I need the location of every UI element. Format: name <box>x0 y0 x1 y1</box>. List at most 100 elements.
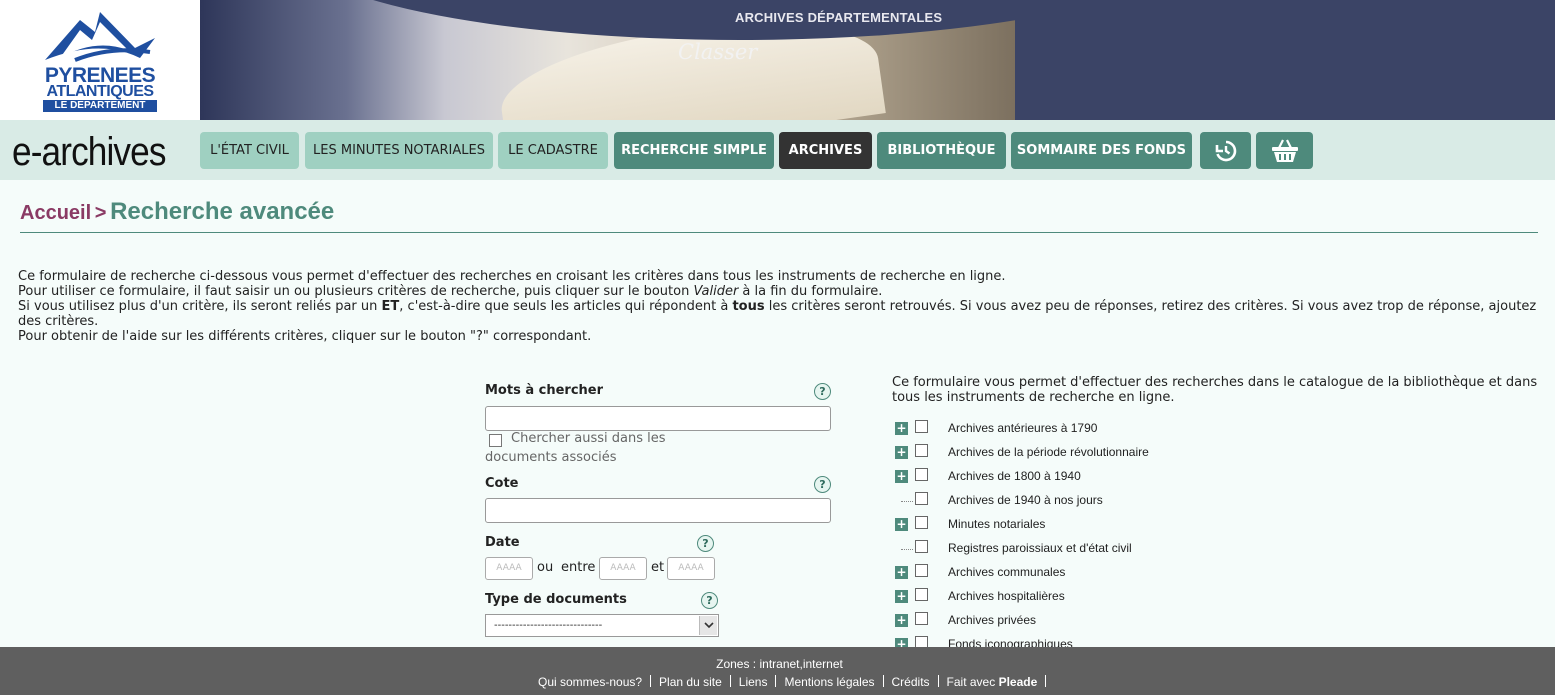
date-or-label: ou <box>537 560 554 575</box>
tree-item-checkbox[interactable] <box>915 420 928 433</box>
breadcrumb-separator: > <box>94 202 107 224</box>
intro-line-2-text: Pour utiliser ce formulaire, il faut sai… <box>18 284 694 299</box>
intro-line-3-mid: , c'est-à-dire que seuls les articles qu… <box>399 299 733 314</box>
tree-item-checkbox[interactable] <box>915 540 928 553</box>
footer-link-pleade[interactable]: Fait avec Pleade <box>947 675 1038 689</box>
doctype-select[interactable]: ------------------------------ <box>485 614 719 637</box>
intro-line-1: Ce formulaire de recherche ci-dessous vo… <box>18 269 1006 284</box>
tree-expand-icon[interactable]: + <box>895 638 908 647</box>
footer-link-sitemap[interactable]: Plan du site <box>659 675 722 689</box>
tree-expand-icon[interactable]: + <box>895 590 908 603</box>
tree-item-label: Registres paroissiaux et d'état civil <box>948 541 1132 555</box>
site-brand[interactable]: e-archives <box>12 130 166 174</box>
keywords-input[interactable] <box>485 406 831 431</box>
tree-item[interactable]: + Minutes notariales <box>893 516 1493 540</box>
nav-minutes-notariales[interactable]: LES MINUTES NOTARIALES <box>305 132 493 169</box>
tree-item[interactable]: + Archives hospitalières <box>893 588 1493 612</box>
intro-text: Ce formulaire de recherche ci-dessous vo… <box>18 269 1538 344</box>
basket-button[interactable] <box>1256 132 1313 169</box>
tree-connector <box>901 549 913 550</box>
date-help-button[interactable]: ? <box>697 535 714 552</box>
tree-item[interactable]: Registres paroissiaux et d'état civil <box>893 540 1493 564</box>
nav-archives[interactable]: ARCHIVES <box>779 132 872 169</box>
history-icon <box>1215 140 1236 161</box>
intro-line-2: Pour utiliser ce formulaire, il faut sai… <box>18 284 1538 299</box>
date-between-label: entre <box>561 560 596 575</box>
department-logo[interactable]: PYRENEES ATLANTIQUES LE DEPARTEMENT <box>0 0 200 120</box>
intro-line-3-et: ET <box>381 299 400 314</box>
tree-item[interactable]: + Archives antérieures à 1790 <box>893 420 1493 444</box>
intro-line-3: Si vous utilisez plus d'un critère, ils … <box>18 299 1538 329</box>
doctype-help-button[interactable]: ? <box>701 592 718 609</box>
date-label: Date <box>485 535 520 550</box>
also-search-label: Chercher aussi dans les documents associ… <box>485 431 666 465</box>
tree-expand-icon[interactable]: + <box>895 518 908 531</box>
cote-input[interactable] <box>485 498 831 523</box>
tree-intro-text: Ce formulaire vous permet d'effectuer de… <box>892 375 1538 405</box>
footer-separator <box>775 675 777 687</box>
tree-item-checkbox[interactable] <box>915 564 928 577</box>
footer-link-about[interactable]: Qui sommes-nous? <box>538 675 642 689</box>
header-banner: PYRENEES ATLANTIQUES LE DEPARTEMENT ARCH… <box>0 0 1555 120</box>
footer-link-links[interactable]: Liens <box>739 675 768 689</box>
nav-cadastre[interactable]: LE CADASTRE <box>498 132 608 169</box>
cote-help-button[interactable]: ? <box>814 476 831 493</box>
date-and-label: et <box>651 560 665 575</box>
keywords-help-button[interactable]: ? <box>814 383 831 400</box>
doctype-selected-value: ------------------------------ <box>494 620 603 631</box>
nav-sommaire-des-fonds[interactable]: SOMMAIRE DES FONDS <box>1011 132 1192 169</box>
tree-expand-icon[interactable]: + <box>895 446 908 459</box>
date-to-input[interactable]: AAAA <box>667 557 715 580</box>
footer-link-credits[interactable]: Crédits <box>892 675 930 689</box>
footer-separator <box>729 675 731 687</box>
tree-item-checkbox[interactable] <box>915 492 928 505</box>
banner-image: ARCHIVES DÉPARTEMENTALES Classer <box>200 0 1015 120</box>
tree-expand-icon[interactable]: + <box>895 566 908 579</box>
tree-item[interactable]: + Archives de 1800 à 1940 <box>893 468 1493 492</box>
history-button[interactable] <box>1200 132 1251 169</box>
tree-item-label: Archives de 1800 à 1940 <box>948 469 1081 483</box>
intro-line-4: Pour obtenir de l'aide sur les différent… <box>18 329 592 344</box>
tree-item-checkbox[interactable] <box>915 468 928 481</box>
footer-zones: Zones : intranet,internet <box>716 657 843 671</box>
tree-expand-icon[interactable]: + <box>895 422 908 435</box>
tree-item-checkbox[interactable] <box>915 588 928 601</box>
breadcrumb-home-link[interactable]: Accueil <box>20 202 91 224</box>
tree-item-label: Archives de 1940 à nos jours <box>948 493 1103 507</box>
footer-link-legal[interactable]: Mentions légales <box>784 675 874 689</box>
tree-connector <box>901 501 913 502</box>
cote-label: Cote <box>485 476 519 491</box>
tree-item-checkbox[interactable] <box>915 612 928 625</box>
tree-item[interactable]: + Archives communales <box>893 564 1493 588</box>
chevron-down-icon <box>699 616 717 635</box>
footer-separator <box>882 675 884 687</box>
tree-item[interactable]: Archives de 1940 à nos jours <box>893 492 1493 516</box>
tree-item-label: Archives hospitalières <box>948 589 1065 603</box>
tree-item-checkbox[interactable] <box>915 636 928 647</box>
date-exact-input[interactable]: AAAA <box>485 557 533 580</box>
intro-line-3-text: Si vous utilisez plus d'un critère, ils … <box>18 299 382 314</box>
tree-item-label: Fonds iconographiques <box>948 637 1073 647</box>
doctype-label: Type de documents <box>485 592 627 607</box>
tree-expand-icon[interactable]: + <box>895 470 908 483</box>
tree-item-label: Archives de la période révolutionnaire <box>948 445 1149 459</box>
nav-bibliotheque[interactable]: BIBLIOTHÈQUE <box>877 132 1006 169</box>
footer-separator <box>937 675 939 687</box>
main-navigation: e-archives L'ÉTAT CIVIL LES MINUTES NOTA… <box>0 120 1555 180</box>
title-divider <box>20 232 1538 233</box>
logo-text-atlantiques: ATLANTIQUES <box>46 83 154 100</box>
date-from-input[interactable]: AAAA <box>599 557 647 580</box>
tree-item[interactable]: + Fonds iconographiques <box>893 636 1493 647</box>
main-content: Accueil > Recherche avancée Ce formulair… <box>0 180 1555 647</box>
tree-expand-icon[interactable]: + <box>895 614 908 627</box>
tree-item-checkbox[interactable] <box>915 444 928 457</box>
tree-item-checkbox[interactable] <box>915 516 928 529</box>
banner-title: ARCHIVES DÉPARTEMENTALES <box>735 10 943 25</box>
page-title: Recherche avancée <box>110 198 335 225</box>
nav-recherche-simple[interactable]: RECHERCHE SIMPLE <box>614 132 774 169</box>
nav-etat-civil[interactable]: L'ÉTAT CIVIL <box>200 132 299 169</box>
footer-made-with: Fait avec <box>946 675 999 689</box>
tree-item[interactable]: + Archives de la période révolutionnaire <box>893 444 1493 468</box>
tree-item-label: Minutes notariales <box>948 517 1046 531</box>
tree-item[interactable]: + Archives privées <box>893 612 1493 636</box>
